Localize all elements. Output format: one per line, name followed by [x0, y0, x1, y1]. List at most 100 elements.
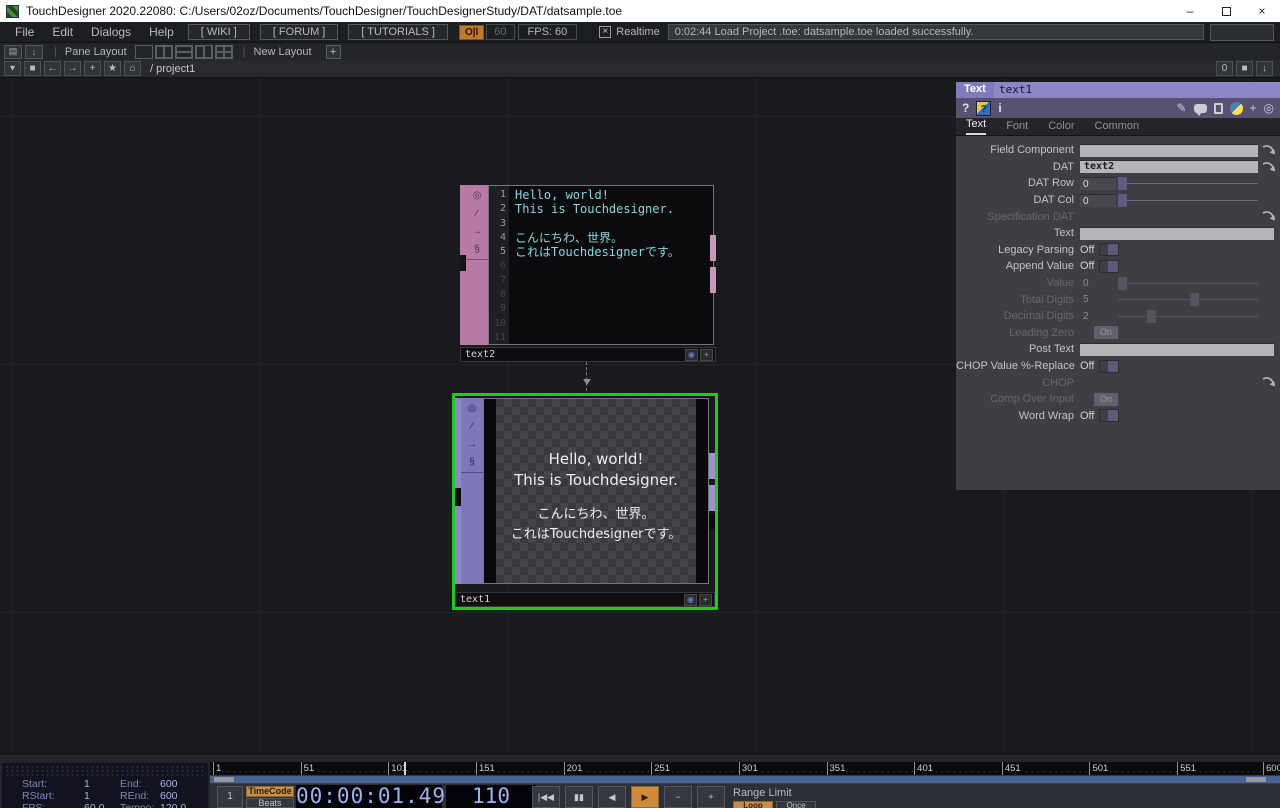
- breadcrumb[interactable]: / project1: [150, 63, 195, 75]
- slider-handle[interactable]: [1146, 309, 1156, 323]
- loop-button[interactable]: Loop: [733, 801, 773, 808]
- display-flag-icon[interactable]: ∕: [461, 418, 483, 436]
- layout-single-button[interactable]: [134, 44, 153, 59]
- timecode-mode-button[interactable]: TimeCode: [246, 786, 294, 797]
- display-flag-icon[interactable]: ∕: [466, 205, 488, 223]
- param-slider-track[interactable]: [1118, 176, 1258, 190]
- param-control[interactable]: 0: [1080, 176, 1258, 190]
- param-control[interactable]: [1080, 342, 1274, 356]
- link-button-wiki[interactable]: [ WIKI ]: [187, 24, 250, 40]
- output-connector[interactable]: [709, 485, 715, 511]
- param-value[interactable]: 0: [1080, 176, 1116, 190]
- param-control[interactable]: 5: [1080, 293, 1258, 307]
- toggle-switch[interactable]: On: [1094, 392, 1118, 406]
- param-control[interactable]: Off: [1080, 359, 1258, 373]
- node-viewer-toggle-icon[interactable]: ◉: [685, 348, 698, 361]
- param-control[interactable]: [1080, 210, 1258, 223]
- realtime-checkbox-icon[interactable]: ×: [599, 26, 612, 38]
- viewer-flag-icon[interactable]: ◎: [466, 187, 488, 205]
- tab-text[interactable]: Text: [966, 118, 987, 135]
- layout-split-vertical-button[interactable]: [154, 44, 173, 59]
- param-control[interactable]: On: [1080, 326, 1258, 340]
- timeline-ruler[interactable]: 1 51 101 151 201 251 301 351 401 451 501 551 600: [210, 762, 1280, 775]
- node-add-icon[interactable]: +: [700, 348, 713, 361]
- back-arrow-icon[interactable]: ←: [44, 61, 61, 76]
- operator-name-field[interactable]: text1: [994, 82, 1280, 98]
- param-slider-track[interactable]: [1118, 309, 1258, 323]
- slider-handle[interactable]: [1118, 193, 1127, 207]
- power-toggle-button[interactable]: O|I: [458, 24, 485, 40]
- param-control[interactable]: Off: [1080, 243, 1258, 257]
- export-arrow-icon[interactable]: [1262, 375, 1278, 389]
- slider-handle[interactable]: [1190, 293, 1199, 307]
- layout-left-right-split-button[interactable]: [194, 44, 213, 59]
- output-connector[interactable]: [709, 513, 715, 529]
- new-layout-add-button[interactable]: +: [325, 44, 341, 59]
- help-icon[interactable]: ?: [962, 101, 969, 115]
- tab-font[interactable]: Font: [1006, 120, 1028, 135]
- power-fps-field[interactable]: 60: [486, 24, 515, 40]
- clone-flag-icon[interactable]: →: [461, 436, 483, 454]
- fps-field[interactable]: FPS: 60: [517, 24, 578, 40]
- slider-handle[interactable]: [1118, 276, 1127, 290]
- viewer-flag-icon[interactable]: ◎: [461, 400, 483, 418]
- slider-handle[interactable]: [1118, 176, 1127, 190]
- copy-page-icon[interactable]: [1213, 102, 1223, 114]
- playhead-cursor[interactable]: [404, 762, 407, 775]
- node-add-icon[interactable]: +: [699, 593, 712, 606]
- increment-button[interactable]: +: [697, 786, 725, 808]
- param-control[interactable]: text2: [1080, 160, 1258, 174]
- bookmark-star-icon[interactable]: ★: [104, 61, 121, 76]
- network-pane-icon[interactable]: ■: [24, 61, 41, 76]
- param-control[interactable]: Off: [1080, 409, 1258, 423]
- link-button-tutorials[interactable]: [ TUTORIALS ]: [348, 24, 448, 40]
- tab-color[interactable]: Color: [1048, 120, 1074, 135]
- param-value[interactable]: 0: [1080, 277, 1116, 290]
- timeline-range-bar[interactable]: [210, 775, 1280, 783]
- close-button[interactable]: ×: [1244, 0, 1280, 22]
- forward-arrow-icon[interactable]: →: [64, 61, 81, 76]
- node-name[interactable]: text2: [461, 349, 685, 360]
- top-node-viewer[interactable]: Hello, world! This is Touchdesigner. こんにち…: [483, 398, 709, 584]
- param-control[interactable]: 0: [1080, 193, 1258, 207]
- param-value[interactable]: 2: [1080, 310, 1116, 323]
- param-control[interactable]: 2: [1080, 309, 1258, 323]
- play-button[interactable]: ▶: [631, 786, 659, 808]
- export-arrow-icon[interactable]: [1262, 160, 1278, 174]
- python-help-icon[interactable]: ?: [976, 100, 992, 116]
- clone-flag-icon[interactable]: →: [466, 223, 488, 241]
- toggle-switch[interactable]: [1099, 243, 1120, 257]
- output-connector[interactable]: [710, 267, 716, 293]
- node-right-connectors[interactable]: [709, 398, 715, 584]
- layout-split-horizontal-button[interactable]: [174, 44, 193, 59]
- link-button-forum[interactable]: [ FORUM ]: [259, 24, 339, 40]
- param-slider-track[interactable]: [1118, 193, 1258, 207]
- param-control[interactable]: 0: [1080, 276, 1258, 290]
- range-end-handle[interactable]: [1246, 777, 1266, 782]
- info-icon[interactable]: i: [998, 101, 1001, 115]
- toggle-switch[interactable]: [1099, 259, 1120, 273]
- tab-common[interactable]: Common: [1095, 120, 1140, 135]
- param-control[interactable]: Off: [1080, 259, 1258, 273]
- comment-pencil-icon[interactable]: ✎: [1176, 101, 1186, 115]
- dat-node-viewer[interactable]: 1 2 3 4 5 6 7 8 9 10 11 Hello, world! This is Touch…: [488, 185, 714, 345]
- maximize-button[interactable]: [1208, 0, 1244, 22]
- node-right-connectors[interactable]: [710, 185, 716, 345]
- menu-item-file[interactable]: File: [6, 25, 43, 39]
- pane-maximize-icon[interactable]: ▤: [4, 44, 22, 59]
- toggle-switch[interactable]: [1099, 409, 1120, 423]
- param-control[interactable]: On: [1080, 392, 1258, 406]
- chat-bubble-icon[interactable]: [1193, 103, 1207, 116]
- python-mode-icon[interactable]: [1229, 101, 1243, 115]
- param-value[interactable]: 5: [1080, 293, 1116, 306]
- node-name-bar[interactable]: text2 ◉ +: [460, 347, 716, 362]
- beats-mode-button[interactable]: Beats: [246, 798, 294, 808]
- realtime-toggle[interactable]: × Realtime: [599, 26, 660, 38]
- add-bookmark-icon[interactable]: +: [84, 61, 101, 76]
- layout-grid-button[interactable]: [214, 44, 233, 59]
- export-arrow-icon[interactable]: [1262, 143, 1278, 157]
- dat-rail-icons[interactable]: ◎ ∕ → §: [466, 185, 488, 260]
- toggle-switch[interactable]: [1099, 359, 1120, 373]
- node-flag-rail[interactable]: ◎ ∕ → §: [461, 398, 483, 584]
- menu-item-help[interactable]: Help: [140, 25, 183, 39]
